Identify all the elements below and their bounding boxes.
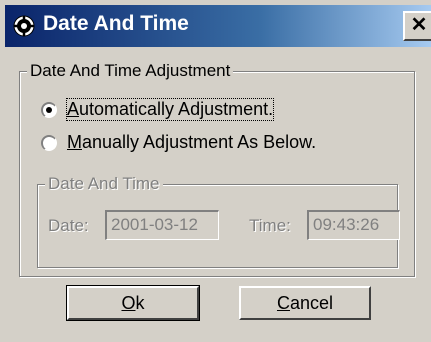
close-icon: ✕ xyxy=(410,14,428,36)
radio-checked-icon xyxy=(41,101,57,118)
manual-adjust-label: Manually Adjustment As Below. xyxy=(67,132,317,152)
date-field[interactable]: 2001-03-12 xyxy=(105,210,219,240)
time-field[interactable]: 09:43:26 xyxy=(307,210,400,240)
close-button[interactable]: ✕ xyxy=(403,11,431,41)
ok-button[interactable]: Ok xyxy=(66,285,200,321)
cancel-button[interactable]: Cancel xyxy=(239,286,371,320)
date-label: Date: xyxy=(48,216,89,235)
auto-adjust-label: Automatically Adjustment. xyxy=(65,98,275,121)
manual-adjust-radio[interactable]: Manually Adjustment As Below. xyxy=(41,132,316,153)
auto-adjust-radio[interactable]: Automatically Adjustment. xyxy=(41,98,275,121)
time-label: Time: xyxy=(249,216,291,235)
clock-gear-icon xyxy=(13,15,35,37)
title-bar[interactable]: Date And Time ✕ xyxy=(5,5,431,47)
radio-unchecked-icon xyxy=(41,134,57,151)
date-and-time-dialog: Date And Time ✕ Date And Time Adjustment… xyxy=(0,0,431,342)
datetime-group-legend: Date And Time xyxy=(45,174,163,194)
window-title: Date And Time xyxy=(43,12,189,35)
adjustment-group-legend: Date And Time Adjustment xyxy=(27,61,234,81)
